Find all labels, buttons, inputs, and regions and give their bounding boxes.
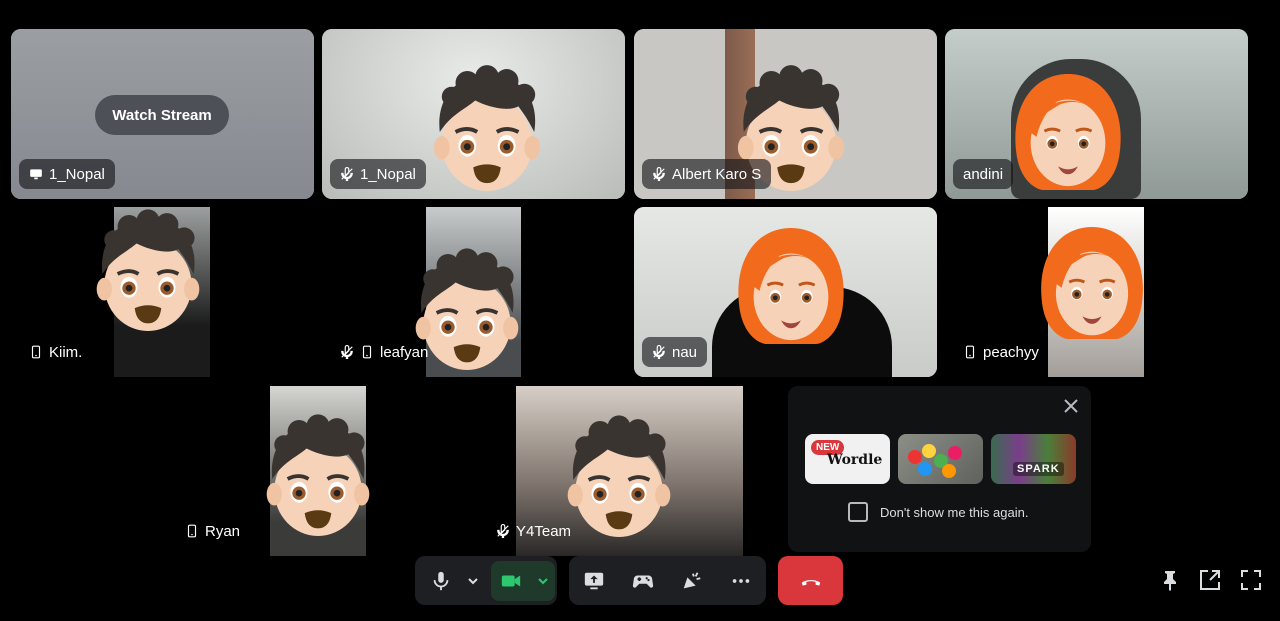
activities-button[interactable] bbox=[623, 561, 663, 601]
participant-tile[interactable]: Albert Karo S bbox=[634, 29, 937, 199]
mobile-icon bbox=[29, 345, 43, 359]
bubble bbox=[922, 444, 936, 458]
participant-name: Albert Karo S bbox=[672, 165, 762, 183]
mobile-icon bbox=[185, 524, 199, 538]
participant-label: 1_Nopal bbox=[19, 159, 115, 189]
watch-stream-button[interactable]: Watch Stream bbox=[95, 95, 229, 135]
participant-label: Y4Team bbox=[486, 516, 581, 546]
participant-label: 1_Nopal bbox=[330, 159, 426, 189]
close-icon[interactable] bbox=[1061, 396, 1081, 416]
participant-tile[interactable]: Kiim. bbox=[11, 207, 314, 377]
mic-options-button[interactable] bbox=[461, 561, 485, 601]
game-card-spark[interactable]: SPARK bbox=[991, 434, 1076, 484]
participant-name: Y4Team bbox=[516, 522, 572, 540]
emoji-face bbox=[1035, 219, 1149, 347]
emoji-face bbox=[261, 414, 375, 542]
participant-name: andini bbox=[963, 165, 1004, 183]
fullscreen-icon[interactable] bbox=[1239, 568, 1263, 592]
participant-label: Kiim. bbox=[19, 337, 92, 367]
mute-icon bbox=[340, 345, 354, 359]
participant-name: 1_Nopal bbox=[360, 165, 416, 183]
participant-tile[interactable]: leafyan bbox=[322, 207, 625, 377]
participant-tile[interactable]: andini bbox=[945, 29, 1248, 199]
checkbox[interactable] bbox=[848, 502, 868, 522]
activity-controls bbox=[569, 556, 766, 605]
emoji-face bbox=[428, 63, 546, 199]
activities-popup: NEW Wordle SPARK Don't show me this agai… bbox=[788, 386, 1091, 552]
participant-label: peachyy bbox=[953, 337, 1049, 367]
screen-share-button[interactable] bbox=[574, 561, 614, 601]
participant-tile[interactable]: nau bbox=[634, 207, 937, 377]
mic-icon bbox=[433, 571, 449, 590]
dont-show-again-row[interactable]: Don't show me this again. bbox=[848, 502, 1028, 522]
camera-button[interactable] bbox=[491, 561, 531, 601]
screen-share-start-icon bbox=[584, 572, 603, 589]
pin-icon[interactable] bbox=[1158, 568, 1182, 592]
participant-tile[interactable]: peachyy bbox=[945, 207, 1248, 377]
participant-name: 1_Nopal bbox=[49, 165, 105, 183]
checkbox-label: Don't show me this again. bbox=[880, 504, 1029, 520]
participant-name: Kiim. bbox=[49, 343, 83, 361]
participant-tile[interactable]: Ryan bbox=[167, 386, 470, 556]
microphone-button[interactable] bbox=[421, 561, 461, 601]
mute-icon bbox=[652, 167, 666, 181]
bubble bbox=[948, 446, 962, 460]
more-icon bbox=[733, 578, 750, 583]
mobile-icon bbox=[360, 345, 374, 359]
more-options-button[interactable] bbox=[721, 561, 761, 601]
soundboard-icon bbox=[683, 571, 701, 588]
camera-icon bbox=[501, 575, 521, 586]
participant-label: Albert Karo S bbox=[642, 159, 772, 189]
popout-icon[interactable] bbox=[1198, 568, 1222, 592]
mute-icon bbox=[340, 167, 354, 181]
game-title: SPARK bbox=[1013, 462, 1064, 476]
mute-icon bbox=[496, 524, 510, 538]
hangup-icon bbox=[801, 579, 820, 586]
participant-name: peachyy bbox=[983, 343, 1039, 361]
participant-tile[interactable]: 1_Nopal bbox=[322, 29, 625, 199]
bubble bbox=[918, 462, 932, 476]
emoji-face bbox=[1009, 67, 1127, 197]
participant-tile[interactable]: Y4Team bbox=[478, 386, 781, 556]
participant-label: andini bbox=[953, 159, 1014, 189]
mobile-icon bbox=[963, 345, 977, 359]
disconnect-button[interactable] bbox=[778, 556, 843, 605]
soundboard-button[interactable] bbox=[672, 561, 712, 601]
emoji-face bbox=[732, 221, 850, 351]
participant-name: Ryan bbox=[205, 522, 241, 540]
camera-control bbox=[491, 560, 555, 601]
participant-label: Ryan bbox=[175, 516, 250, 546]
camera-options-button[interactable] bbox=[531, 561, 555, 601]
emoji-face bbox=[91, 209, 205, 337]
activity-icon bbox=[632, 575, 653, 588]
chevron-down-icon bbox=[538, 577, 548, 584]
participant-name: leafyan bbox=[380, 343, 429, 361]
stream-tile[interactable]: Watch Stream 1_Nopal bbox=[11, 29, 314, 199]
mute-icon bbox=[652, 345, 666, 359]
game-card-bubbles[interactable] bbox=[898, 434, 983, 484]
bubble bbox=[908, 450, 922, 464]
chevron-down-icon bbox=[468, 577, 478, 584]
participant-label: nau bbox=[642, 337, 708, 367]
screen-share-icon bbox=[29, 167, 43, 181]
game-title: Wordle bbox=[827, 452, 883, 468]
participant-label: leafyan bbox=[330, 337, 438, 367]
participant-name: nau bbox=[672, 343, 698, 361]
bubble bbox=[942, 464, 956, 478]
audio-video-controls bbox=[415, 556, 557, 605]
game-card-wordle[interactable]: NEW Wordle bbox=[805, 434, 890, 484]
